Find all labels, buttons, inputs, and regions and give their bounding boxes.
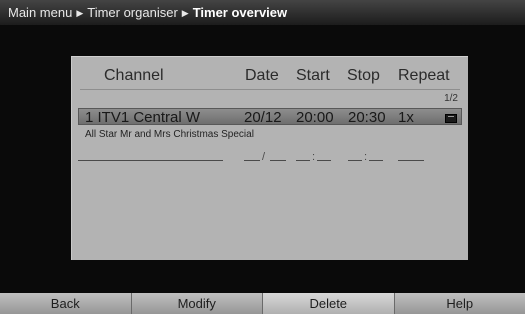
page-indicator: 1/2: [444, 93, 458, 104]
page-title: Timer overview: [192, 5, 288, 20]
empty-date-month: [270, 160, 286, 161]
empty-repeat-field: [398, 160, 424, 161]
column-header-channel: Channel: [104, 67, 164, 84]
function-key-bar: Back Modify Delete Help: [0, 293, 525, 314]
back-button[interactable]: Back: [0, 293, 132, 314]
empty-date-day: [244, 160, 260, 161]
timer-list-panel: Channel Date Start Stop Repeat 1/2 1 ITV…: [71, 56, 468, 260]
subtitles-icon: [445, 114, 457, 123]
column-header-date: Date: [245, 67, 279, 84]
breadcrumb-item-timer-organiser[interactable]: Timer organiser: [87, 5, 178, 20]
row-stop: 20:30: [348, 109, 386, 126]
empty-start-minute: [317, 160, 331, 161]
row-repeat: 1x: [398, 109, 414, 126]
column-header-stop: Stop: [347, 67, 380, 84]
header-divider: [80, 89, 460, 90]
triangle-right-icon: ▶: [181, 8, 189, 18]
empty-date-separator: /: [262, 151, 266, 163]
breadcrumb: Main menu ▶ Timer organiser ▶ Timer overview: [0, 0, 525, 25]
help-button[interactable]: Help: [394, 293, 525, 314]
empty-stop-minute: [369, 160, 383, 161]
empty-start-hour: [296, 160, 310, 161]
row-start: 20:00: [296, 109, 334, 126]
modify-button[interactable]: Modify: [131, 293, 263, 314]
empty-channel-field: [78, 160, 223, 161]
row-programme-title: All Star Mr and Mrs Christmas Special: [85, 129, 254, 140]
row-channel: 1 ITV1 Central W: [85, 109, 201, 126]
empty-start-separator: :: [312, 151, 316, 163]
breadcrumb-item-main-menu[interactable]: Main menu: [8, 5, 72, 20]
triangle-right-icon: ▶: [76, 8, 84, 18]
column-header-start: Start: [296, 67, 330, 84]
row-date: 20/12: [244, 109, 282, 126]
empty-stop-hour: [348, 160, 362, 161]
empty-stop-separator: :: [364, 151, 368, 163]
delete-button[interactable]: Delete: [263, 293, 395, 314]
column-header-repeat: Repeat: [398, 67, 450, 84]
